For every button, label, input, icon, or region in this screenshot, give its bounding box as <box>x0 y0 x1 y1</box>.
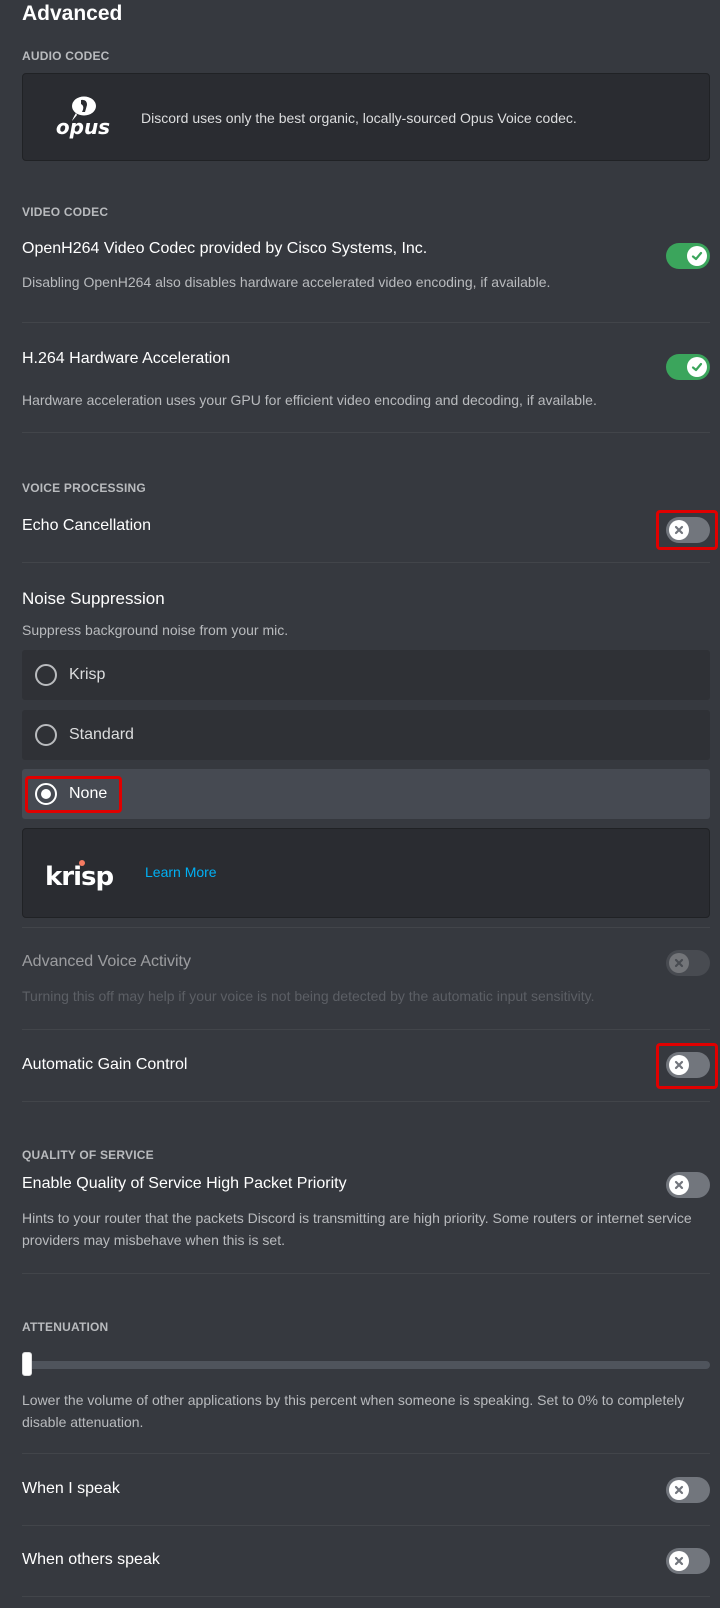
highlight-box <box>25 776 122 813</box>
h264-hw-accel-toggle[interactable] <box>666 354 710 380</box>
automatic-gain-control-toggle[interactable] <box>666 1052 710 1078</box>
noise-option-standard[interactable]: Standard <box>22 710 710 760</box>
attenuation-slider-track[interactable] <box>22 1361 710 1369</box>
opus-info-box: opus Discord uses only the best organic,… <box>22 73 710 161</box>
when-i-speak-title: When I speak <box>22 1480 120 1497</box>
automatic-gain-control-title: Automatic Gain Control <box>22 1056 188 1073</box>
h264-hw-accel-title: H.264 Hardware Acceleration <box>22 350 231 367</box>
qos-title: Enable Quality of Service High Packet Pr… <box>22 1175 347 1192</box>
divider <box>22 1453 710 1454</box>
attenuation-slider-handle[interactable] <box>22 1352 32 1376</box>
attenuation-description: Lower the volume of other applications b… <box>22 1392 685 1430</box>
radio-label: Standard <box>69 726 134 743</box>
divider <box>22 1273 710 1274</box>
divider <box>22 432 710 433</box>
page-title: Advanced <box>22 2 123 25</box>
echo-cancellation-title: Echo Cancellation <box>22 517 151 534</box>
qos-description: Hints to your router that the packets Di… <box>22 1210 692 1248</box>
check-icon <box>687 246 707 266</box>
openh264-title: OpenH264 Video Codec provided by Cisco S… <box>22 240 428 257</box>
noise-suppression-description: Suppress background noise from your mic. <box>22 622 289 638</box>
x-icon <box>669 1551 689 1571</box>
advanced-voice-activity-toggle[interactable] <box>666 950 710 976</box>
audio-codec-section-label: Audio Codec <box>22 49 110 63</box>
openh264-toggle[interactable] <box>666 243 710 269</box>
advanced-voice-activity-description: Turning this off may help if your voice … <box>22 988 595 1004</box>
x-icon <box>669 1055 689 1075</box>
qos-toggle[interactable] <box>666 1172 710 1198</box>
voice-processing-section-label: Voice Processing <box>22 481 146 495</box>
h264-hw-accel-description: Hardware acceleration uses your GPU for … <box>22 392 597 408</box>
qos-section-label: Quality of Service <box>22 1148 154 1162</box>
opus-description: Discord uses only the best organic, loca… <box>141 110 577 126</box>
echo-cancellation-toggle[interactable] <box>666 517 710 543</box>
check-icon <box>687 357 707 377</box>
radio-button[interactable] <box>35 724 57 746</box>
divider <box>22 322 710 323</box>
svg-text:krisp: krisp <box>45 862 114 892</box>
divider <box>22 1101 710 1102</box>
noise-option-none[interactable]: None <box>22 769 710 819</box>
divider <box>22 562 710 563</box>
when-others-speak-title: When others speak <box>22 1551 160 1568</box>
learn-more-link[interactable]: Learn More <box>145 864 217 880</box>
divider <box>22 927 710 928</box>
video-codec-section-label: Video Codec <box>22 205 109 219</box>
divider <box>22 1596 710 1597</box>
divider <box>22 1029 710 1030</box>
radio-button[interactable] <box>35 664 57 686</box>
svg-text:opus: opus <box>56 115 110 139</box>
attenuation-section-label: Attenuation <box>22 1320 109 1334</box>
when-others-speak-toggle[interactable] <box>666 1548 710 1574</box>
x-icon <box>669 520 689 540</box>
x-icon <box>669 1175 689 1195</box>
krisp-logo: krisp <box>45 853 125 897</box>
openh264-description: Disabling OpenH264 also disables hardwar… <box>22 274 551 290</box>
opus-logo: opus <box>43 94 123 142</box>
noise-option-krisp[interactable]: Krisp <box>22 650 710 700</box>
noise-suppression-title: Noise Suppression <box>22 589 165 608</box>
radio-label: Krisp <box>69 666 106 683</box>
advanced-voice-activity-title: Advanced Voice Activity <box>22 953 191 970</box>
when-i-speak-toggle[interactable] <box>666 1477 710 1503</box>
x-icon <box>669 1480 689 1500</box>
divider <box>22 1525 710 1526</box>
krisp-banner: krisp Learn More <box>22 828 710 918</box>
x-icon <box>669 953 689 973</box>
